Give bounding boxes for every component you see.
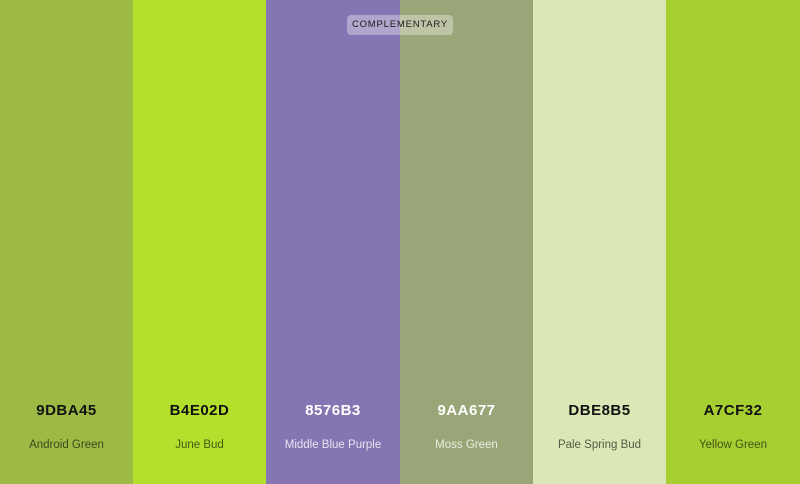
swatch-hex-code[interactable]: DBE8B5: [533, 402, 666, 420]
color-swatch-june-bud[interactable]: B4E02D June Bud: [133, 0, 266, 484]
swatch-color-name: Yellow Green: [699, 439, 767, 451]
color-swatch-moss-green[interactable]: 9AA677 Moss Green: [400, 0, 533, 484]
swatch-hex-code[interactable]: B4E02D: [133, 402, 266, 420]
color-swatch-pale-spring-bud[interactable]: DBE8B5 Pale Spring Bud: [533, 0, 666, 484]
swatch-hex-code[interactable]: 8576B3: [266, 402, 400, 420]
swatch-hex-code[interactable]: 9DBA45: [0, 402, 133, 420]
swatch-color-name: Middle Blue Purple: [284, 439, 382, 451]
swatch-color-name: Moss Green: [435, 439, 498, 451]
color-swatch-middle-blue-purple[interactable]: 8576B3 Middle Blue Purple: [266, 0, 400, 484]
color-palette: 9DBA45 Android Green B4E02D June Bud 857…: [0, 0, 800, 484]
swatch-color-name: Android Green: [29, 439, 104, 451]
scheme-type-badge: COMPLEMENTARY: [347, 15, 453, 35]
swatch-color-name: June Bud: [175, 439, 224, 451]
color-swatch-yellow-green[interactable]: A7CF32 Yellow Green: [666, 0, 800, 484]
color-swatch-android-green[interactable]: 9DBA45 Android Green: [0, 0, 133, 484]
swatch-hex-code[interactable]: 9AA677: [400, 402, 533, 420]
swatch-color-name: Pale Spring Bud: [557, 439, 642, 451]
swatch-hex-code[interactable]: A7CF32: [666, 402, 800, 420]
